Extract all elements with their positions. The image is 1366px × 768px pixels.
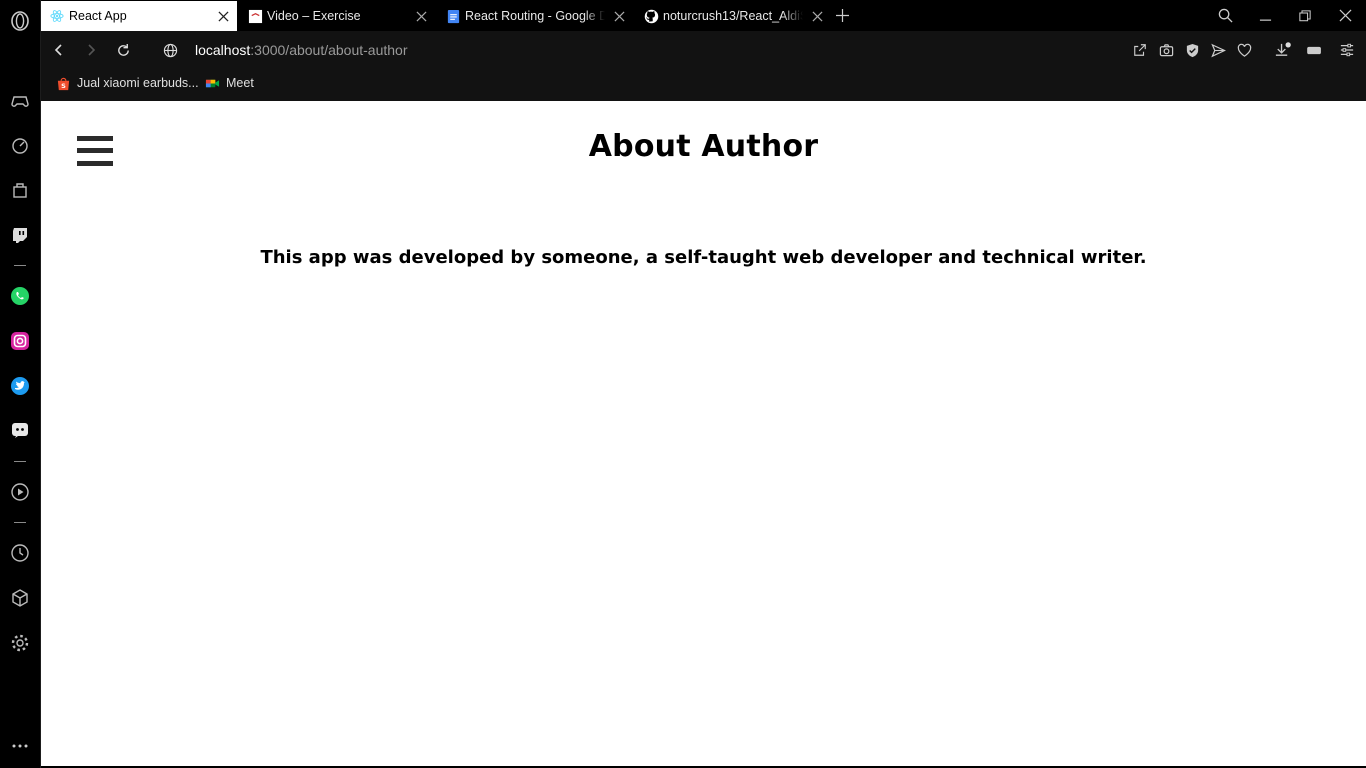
tab-react-routing-docs[interactable]: React Routing - Google Docs — [437, 1, 633, 31]
address-toolbar: localhost:3000/about/about-author — [41, 31, 1366, 69]
shopee-icon: S — [55, 75, 71, 91]
downloads-icon[interactable] — [1272, 40, 1292, 60]
google-docs-icon — [445, 8, 461, 24]
twitter-icon[interactable] — [9, 375, 31, 397]
tab-close-icon[interactable] — [809, 8, 825, 24]
site-info-globe-icon[interactable] — [160, 40, 180, 60]
bookmark-meet[interactable]: Meet — [204, 75, 254, 91]
bookmark-label: Jual xiaomi earbuds... — [77, 76, 199, 90]
tab-title: React Routing - Google Docs — [465, 9, 605, 23]
svg-text:S: S — [61, 82, 66, 90]
whatsapp-icon[interactable] — [9, 285, 31, 307]
settings-gear-icon[interactable] — [9, 632, 31, 654]
adblock-shield-icon[interactable] — [1182, 40, 1202, 60]
url-path: :3000/about/about-author — [250, 42, 408, 58]
twitch-icon[interactable] — [9, 224, 31, 246]
bookmarks-bar: S Jual xiaomi earbuds... Meet — [41, 69, 1366, 101]
share-icon[interactable] — [1130, 40, 1150, 60]
tab-github-repo[interactable]: noturcrush13/React_AldiSaputra — [635, 1, 831, 31]
tab-title: noturcrush13/React_AldiSaputra — [663, 9, 803, 23]
tab-close-icon[interactable] — [413, 8, 429, 24]
about-author-text: This app was developed by someone, a sel… — [260, 247, 1147, 268]
tab-strip: React App Video – Exercise React Routing… — [41, 0, 1366, 31]
speed-dial-icon[interactable] — [9, 134, 31, 156]
bookmark-jual-xiaomi[interactable]: S Jual xiaomi earbuds... — [55, 75, 199, 91]
google-meet-icon — [204, 75, 220, 91]
heart-icon[interactable] — [1234, 40, 1254, 60]
tab-close-icon[interactable] — [215, 8, 231, 24]
gamepad-icon[interactable] — [9, 90, 31, 112]
restore-window-icon[interactable] — [1285, 0, 1325, 31]
sidebar-separator — [14, 522, 26, 523]
more-dots-icon[interactable] — [9, 735, 31, 757]
forward-arrow-icon[interactable] — [81, 40, 101, 60]
minimize-icon[interactable] — [1245, 0, 1285, 31]
react-icon — [49, 8, 65, 24]
bag-icon[interactable] — [9, 179, 31, 201]
tab-react-app[interactable]: React App — [41, 1, 237, 31]
page-viewport: About Author This app was developed by s… — [41, 101, 1366, 768]
opera-logo-icon[interactable] — [9, 10, 31, 32]
tab-search-icon[interactable] — [1205, 0, 1245, 31]
tab-title: React App — [69, 9, 127, 23]
sidebar-separator — [14, 461, 26, 462]
page-title: About Author — [588, 129, 819, 164]
send-arrow-icon[interactable] — [1208, 40, 1228, 60]
player-icon[interactable] — [9, 481, 31, 503]
instagram-icon[interactable] — [9, 330, 31, 352]
tab-close-icon[interactable] — [611, 8, 627, 24]
video-site-icon — [247, 8, 263, 24]
new-tab-plus-icon[interactable] — [827, 0, 857, 31]
extensions-cube-icon[interactable] — [9, 587, 31, 609]
history-icon[interactable] — [9, 542, 31, 564]
reload-icon[interactable] — [113, 40, 133, 60]
easy-setup-menu-icon[interactable] — [1337, 40, 1357, 60]
bookmark-label: Meet — [226, 76, 254, 90]
address-bar-url[interactable]: localhost:3000/about/about-author — [195, 42, 408, 58]
sidebar-separator — [14, 265, 26, 266]
browser-sidebar — [0, 0, 41, 768]
close-window-icon[interactable] — [1325, 0, 1365, 31]
back-arrow-icon[interactable] — [49, 40, 69, 60]
tab-video-exercise[interactable]: Video – Exercise — [239, 1, 435, 31]
url-host: localhost — [195, 42, 251, 58]
tab-title: Video – Exercise — [267, 9, 361, 23]
discord-icon[interactable] — [9, 419, 31, 441]
github-icon — [643, 8, 659, 24]
battery-saver-icon[interactable] — [1304, 40, 1324, 60]
snapshot-camera-icon[interactable] — [1156, 40, 1176, 60]
